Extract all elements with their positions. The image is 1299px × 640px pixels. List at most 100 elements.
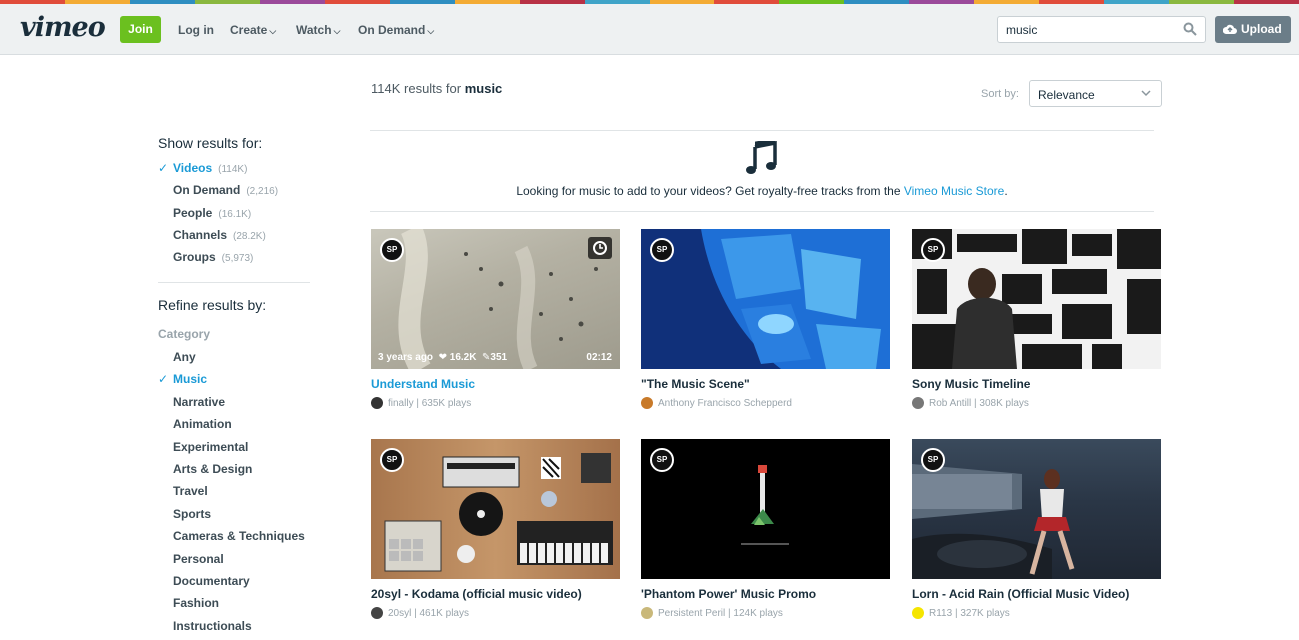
byline-text: Anthony Francisco Schepperd: [658, 397, 792, 409]
video-card[interactable]: SP Sony Music Timeline Rob Antill | 308K…: [912, 229, 1161, 409]
filter-groups[interactable]: Groups (5,973): [173, 250, 253, 264]
avatar[interactable]: [371, 607, 383, 619]
ondemand-label: On Demand: [358, 23, 426, 37]
byline-text: Persistent Peril | 124K plays: [658, 607, 783, 619]
check-icon: ✓: [158, 372, 169, 387]
video-title[interactable]: Understand Music: [371, 377, 620, 391]
filter-channels[interactable]: Channels (28.2K): [173, 228, 266, 242]
avatar[interactable]: [641, 607, 653, 619]
category-item[interactable]: Any: [173, 350, 196, 364]
category-item[interactable]: Cameras & Techniques: [173, 529, 305, 543]
video-duration: 02:12: [586, 352, 612, 363]
video-card[interactable]: SP "The Music Scene" Anthony Francisco S…: [641, 229, 890, 409]
category-item[interactable]: Music: [173, 372, 207, 386]
filter-count: (28.2K): [233, 231, 266, 242]
video-byline: 20syl | 461K plays: [371, 607, 620, 619]
divider: [158, 282, 310, 283]
watch-label: Watch: [296, 23, 332, 37]
category-item[interactable]: Arts & Design: [173, 462, 252, 476]
acid-rain-image: [912, 464, 1075, 579]
filter-videos[interactable]: Videos (114K): [173, 161, 247, 175]
video-title[interactable]: 20syl - Kodama (official music video): [371, 587, 620, 601]
category-item[interactable]: Sports: [173, 507, 211, 521]
byline-text: 20syl | 461K plays: [388, 607, 469, 619]
upload-button[interactable]: Upload: [1215, 16, 1291, 43]
sort-value: Relevance: [1038, 88, 1095, 102]
chevron-down-icon: ⌵: [269, 26, 277, 36]
search-box: [997, 16, 1206, 43]
video-thumbnail[interactable]: SP: [641, 229, 890, 369]
show-results-heading: Show results for:: [158, 135, 263, 151]
avatar[interactable]: [912, 397, 924, 409]
video-card[interactable]: SP 3 years ago ❤ 16.2K ✎351 02:12 Unders…: [371, 229, 620, 409]
create-menu[interactable]: Create ⌵: [230, 23, 276, 37]
clock-icon[interactable]: [588, 237, 612, 259]
category-item[interactable]: Documentary: [173, 574, 250, 588]
music-note-icon: [746, 141, 777, 174]
likes-count: 16.2K: [449, 352, 477, 363]
create-label: Create: [230, 23, 268, 37]
phantom-power-image: [741, 465, 789, 545]
video-card[interactable]: SP 'Phantom Power' Music Promo Persisten…: [641, 439, 890, 619]
video-title[interactable]: "The Music Scene": [641, 377, 890, 391]
filter-label: Groups: [173, 250, 216, 264]
instruments-image: [384, 453, 613, 572]
sort-label: Sort by:: [981, 88, 1019, 100]
byline-text: R113 | 327K plays: [929, 607, 1010, 619]
category-item[interactable]: Narrative: [173, 395, 225, 409]
video-thumbnail[interactable]: SP: [912, 439, 1161, 579]
results-count-text: 114K results for: [371, 81, 462, 96]
music-store-link[interactable]: Vimeo Music Store: [904, 184, 1004, 198]
video-card[interactable]: SP Lorn - Acid Rain (Official Music Vide…: [912, 439, 1161, 619]
staff-pick-badge: SP: [650, 238, 674, 262]
vimeo-logo[interactable]: vimeo: [20, 12, 106, 43]
video-card[interactable]: SP 20syl - Kodama (official music video)…: [371, 439, 620, 619]
results-query: music: [464, 81, 503, 96]
category-item[interactable]: Personal: [173, 552, 224, 566]
avatar[interactable]: [641, 397, 653, 409]
category-item[interactable]: Travel: [173, 484, 208, 498]
video-byline: Persistent Peril | 124K plays: [641, 607, 890, 619]
video-title[interactable]: Sony Music Timeline: [912, 377, 1161, 391]
search-input[interactable]: [1006, 23, 1176, 37]
sheet-music-image: [398, 229, 598, 369]
video-byline: finally | 635K plays: [371, 397, 620, 409]
animation-image: [641, 229, 890, 369]
banner-suffix: .: [1004, 184, 1008, 198]
category-item[interactable]: Instructionals: [173, 619, 252, 633]
ondemand-menu[interactable]: On Demand ⌵: [358, 23, 434, 37]
filter-people[interactable]: People (16.1K): [173, 206, 251, 220]
video-thumbnail[interactable]: SP 3 years ago ❤ 16.2K ✎351 02:12: [371, 229, 620, 369]
video-byline: R113 | 327K plays: [912, 607, 1161, 619]
search-icon[interactable]: [1183, 22, 1197, 36]
divider: [370, 130, 1154, 131]
category-item[interactable]: Animation: [173, 417, 232, 431]
category-label: Category: [158, 327, 211, 341]
video-byline: Anthony Francisco Schepperd: [641, 397, 890, 409]
filter-count: (16.1K): [218, 209, 252, 220]
video-title[interactable]: 'Phantom Power' Music Promo: [641, 587, 890, 601]
filter-label: People: [173, 206, 213, 220]
filter-ondemand[interactable]: On Demand (2,216): [173, 183, 278, 197]
video-stats: 3 years ago ❤ 16.2K ✎351: [378, 352, 507, 363]
avatar[interactable]: [912, 607, 924, 619]
join-button[interactable]: Join: [120, 16, 161, 43]
video-thumbnail[interactable]: SP: [641, 439, 890, 579]
staff-pick-badge: SP: [380, 238, 404, 262]
filter-count: (5,973): [221, 253, 254, 264]
staff-pick-badge: SP: [921, 238, 945, 262]
video-title[interactable]: Lorn - Acid Rain (Official Music Video): [912, 587, 1161, 601]
video-thumbnail[interactable]: SP: [371, 439, 620, 579]
filter-label: Videos: [173, 161, 213, 175]
banner-text: Looking for music to add to your videos?…: [516, 184, 901, 198]
results-count: 114K results for music: [371, 81, 502, 96]
watch-menu[interactable]: Watch ⌵: [296, 23, 340, 37]
check-icon: ✓: [158, 161, 169, 175]
sort-select[interactable]: Relevance: [1029, 80, 1162, 107]
video-thumbnail[interactable]: SP: [912, 229, 1161, 369]
chevron-down-icon: [1141, 90, 1151, 97]
category-item[interactable]: Experimental: [173, 440, 248, 454]
login-link[interactable]: Log in: [178, 23, 214, 37]
avatar[interactable]: [371, 397, 383, 409]
category-item[interactable]: Fashion: [173, 596, 219, 610]
